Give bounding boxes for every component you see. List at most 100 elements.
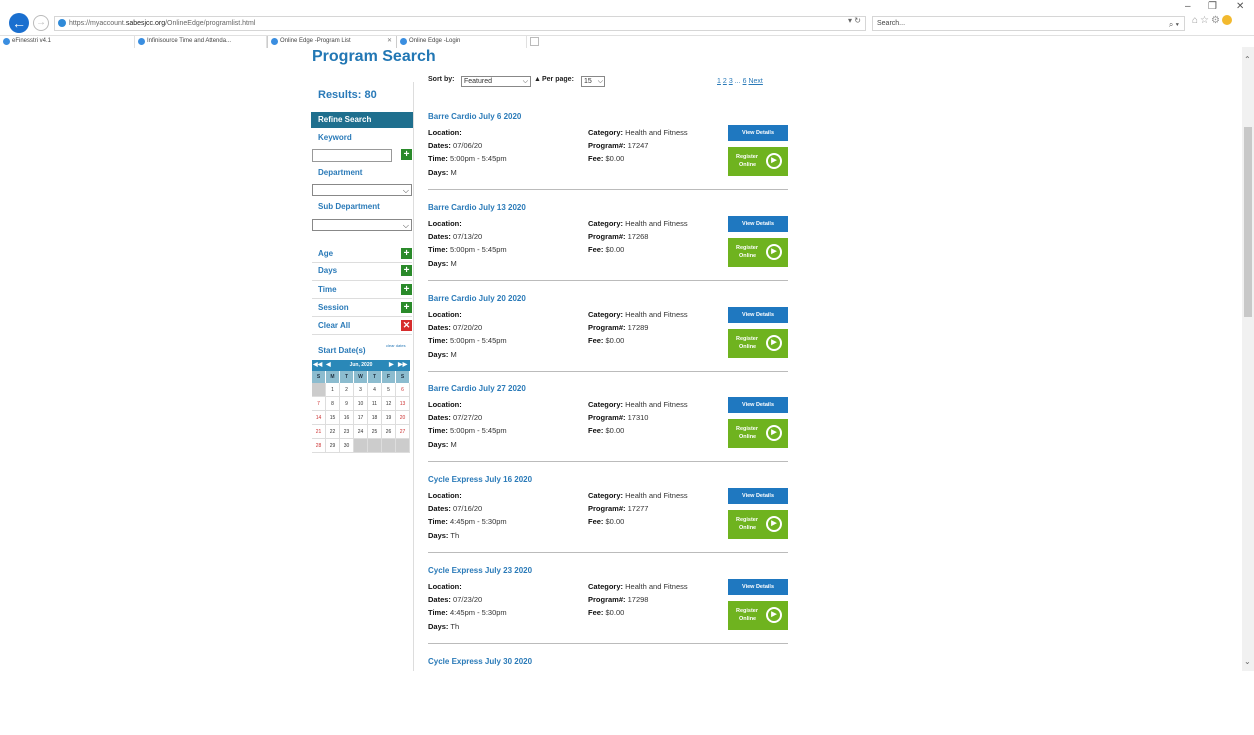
- scrollbar-thumb[interactable]: [1244, 127, 1252, 317]
- next-month-icon[interactable]: ▶: [389, 360, 394, 371]
- reload-icon[interactable]: ▾ ↻: [848, 16, 861, 25]
- program-title[interactable]: Barre Cardio July 6 2020: [428, 112, 521, 121]
- prev-month-icon[interactable]: ◀: [326, 360, 331, 371]
- smiley-icon[interactable]: [1221, 15, 1232, 26]
- expand-time-icon[interactable]: +: [401, 284, 412, 295]
- calendar-day[interactable]: 9: [340, 397, 354, 411]
- minimize-icon[interactable]: –: [1185, 1, 1191, 12]
- back-arrow-icon[interactable]: ←: [9, 13, 29, 33]
- sort-by-select[interactable]: Featured ⌵: [461, 76, 531, 87]
- calendar-day[interactable]: 24: [354, 425, 368, 439]
- calendar-day[interactable]: 1: [326, 383, 340, 397]
- view-details-button[interactable]: View Details: [728, 579, 788, 595]
- calendar-day[interactable]: 6: [396, 383, 410, 397]
- filter-days-label[interactable]: Days: [318, 266, 337, 275]
- register-online-button[interactable]: Register Online ▶: [728, 419, 788, 448]
- calendar-day[interactable]: 18: [368, 411, 382, 425]
- calendar-day[interactable]: 11: [368, 397, 382, 411]
- filter-time-label[interactable]: Time: [318, 285, 337, 294]
- vertical-scrollbar[interactable]: ⌃ ⌄: [1242, 47, 1254, 671]
- program-title[interactable]: Cycle Express July 16 2020: [428, 475, 532, 484]
- calendar-day[interactable]: 5: [382, 383, 396, 397]
- filter-session-label[interactable]: Session: [318, 303, 349, 312]
- sub-department-select[interactable]: ⌵: [312, 219, 412, 231]
- add-keyword-icon[interactable]: +: [401, 149, 412, 160]
- view-details-button[interactable]: View Details: [728, 307, 788, 323]
- calendar-day[interactable]: 17: [354, 411, 368, 425]
- program-title[interactable]: Barre Cardio July 27 2020: [428, 384, 526, 393]
- view-details-button[interactable]: View Details: [728, 125, 788, 141]
- browser-search-input[interactable]: Search... ⌕ ▾: [872, 16, 1185, 31]
- close-window-icon[interactable]: ✕: [1236, 1, 1244, 12]
- page-link-6[interactable]: 6: [743, 78, 747, 85]
- expand-days-icon[interactable]: +: [401, 265, 412, 276]
- search-icon[interactable]: ⌕ ▾: [1169, 18, 1179, 31]
- calendar-day[interactable]: 8: [326, 397, 340, 411]
- program-title[interactable]: Barre Cardio July 20 2020: [428, 294, 526, 303]
- expand-session-icon[interactable]: +: [401, 302, 412, 313]
- calendar-day[interactable]: 26: [382, 425, 396, 439]
- clear-dates-link[interactable]: clear dates: [386, 343, 406, 348]
- calendar-day[interactable]: 28: [312, 439, 326, 453]
- calendar-day[interactable]: 23: [340, 425, 354, 439]
- calendar-day[interactable]: 25: [368, 425, 382, 439]
- page-link-2[interactable]: 2: [723, 78, 727, 85]
- calendar-day[interactable]: 29: [326, 439, 340, 453]
- prev-year-icon[interactable]: ◀◀: [313, 360, 322, 371]
- page-link-1[interactable]: 1: [717, 78, 721, 85]
- calendar-day[interactable]: 21: [312, 425, 326, 439]
- register-online-button[interactable]: Register Online ▶: [728, 329, 788, 358]
- calendar-day[interactable]: 20: [396, 411, 410, 425]
- new-tab-icon[interactable]: [530, 37, 539, 46]
- forward-arrow-icon[interactable]: →: [33, 15, 49, 31]
- close-tab-icon[interactable]: ✕: [387, 36, 392, 47]
- calendar-day[interactable]: 30: [340, 439, 354, 453]
- view-details-button[interactable]: View Details: [728, 488, 788, 504]
- calendar-day[interactable]: 16: [340, 411, 354, 425]
- tab-login[interactable]: Online Edge -Login: [397, 36, 527, 48]
- view-details-button[interactable]: View Details: [728, 397, 788, 413]
- program-number-value: 17310: [627, 413, 649, 422]
- register-online-button[interactable]: Register Online ▶: [728, 147, 788, 176]
- tab-program-list[interactable]: Online Edge -Program List ✕: [267, 36, 397, 48]
- settings-icon[interactable]: ⚙: [1211, 15, 1222, 26]
- maximize-icon[interactable]: ❐: [1208, 1, 1217, 12]
- tab-efinesstri[interactable]: eFinesstri v4.1: [0, 36, 135, 48]
- clear-all-link[interactable]: Clear All: [318, 321, 350, 330]
- calendar-day[interactable]: 4: [368, 383, 382, 397]
- register-online-button[interactable]: Register Online ▶: [728, 601, 788, 630]
- calendar-day[interactable]: 19: [382, 411, 396, 425]
- keyword-input[interactable]: [312, 149, 392, 162]
- clear-all-icon[interactable]: ✕: [401, 320, 412, 331]
- calendar-day[interactable]: 12: [382, 397, 396, 411]
- star-icon[interactable]: ☆: [1200, 15, 1211, 26]
- program-title[interactable]: Cycle Express July 30 2020: [428, 657, 532, 666]
- calendar-day[interactable]: 2: [340, 383, 354, 397]
- program-title[interactable]: Barre Cardio July 13 2020: [428, 203, 526, 212]
- calendar-day[interactable]: 13: [396, 397, 410, 411]
- calendar-day[interactable]: 7: [312, 397, 326, 411]
- scroll-down-icon[interactable]: ⌄: [1244, 657, 1251, 666]
- scroll-up-icon[interactable]: ⌃: [1244, 55, 1251, 64]
- home-icon[interactable]: ⌂: [1192, 15, 1200, 26]
- tab-infinisource[interactable]: Infinisource Time and Attenda...: [135, 36, 267, 48]
- address-bar[interactable]: https://myaccount.sabesjcc.org/OnlineEdg…: [54, 16, 866, 31]
- expand-age-icon[interactable]: +: [401, 248, 412, 259]
- register-online-button[interactable]: Register Online ▶: [728, 510, 788, 539]
- view-details-button[interactable]: View Details: [728, 216, 788, 232]
- calendar-day[interactable]: 15: [326, 411, 340, 425]
- filter-age-label[interactable]: Age: [318, 249, 333, 258]
- program-title[interactable]: Cycle Express July 23 2020: [428, 566, 532, 575]
- calendar-day[interactable]: 22: [326, 425, 340, 439]
- calendar-day[interactable]: 27: [396, 425, 410, 439]
- sort-direction-icon[interactable]: ▲: [534, 76, 541, 83]
- department-select[interactable]: ⌵: [312, 184, 412, 196]
- next-page-link[interactable]: Next: [748, 78, 762, 85]
- next-year-icon[interactable]: ▶▶: [398, 360, 407, 371]
- register-online-button[interactable]: Register Online ▶: [728, 238, 788, 267]
- calendar-day[interactable]: 14: [312, 411, 326, 425]
- calendar-day[interactable]: 3: [354, 383, 368, 397]
- calendar-day[interactable]: 10: [354, 397, 368, 411]
- per-page-select[interactable]: 15 ⌵: [581, 76, 605, 87]
- page-link-3[interactable]: 3: [729, 78, 733, 85]
